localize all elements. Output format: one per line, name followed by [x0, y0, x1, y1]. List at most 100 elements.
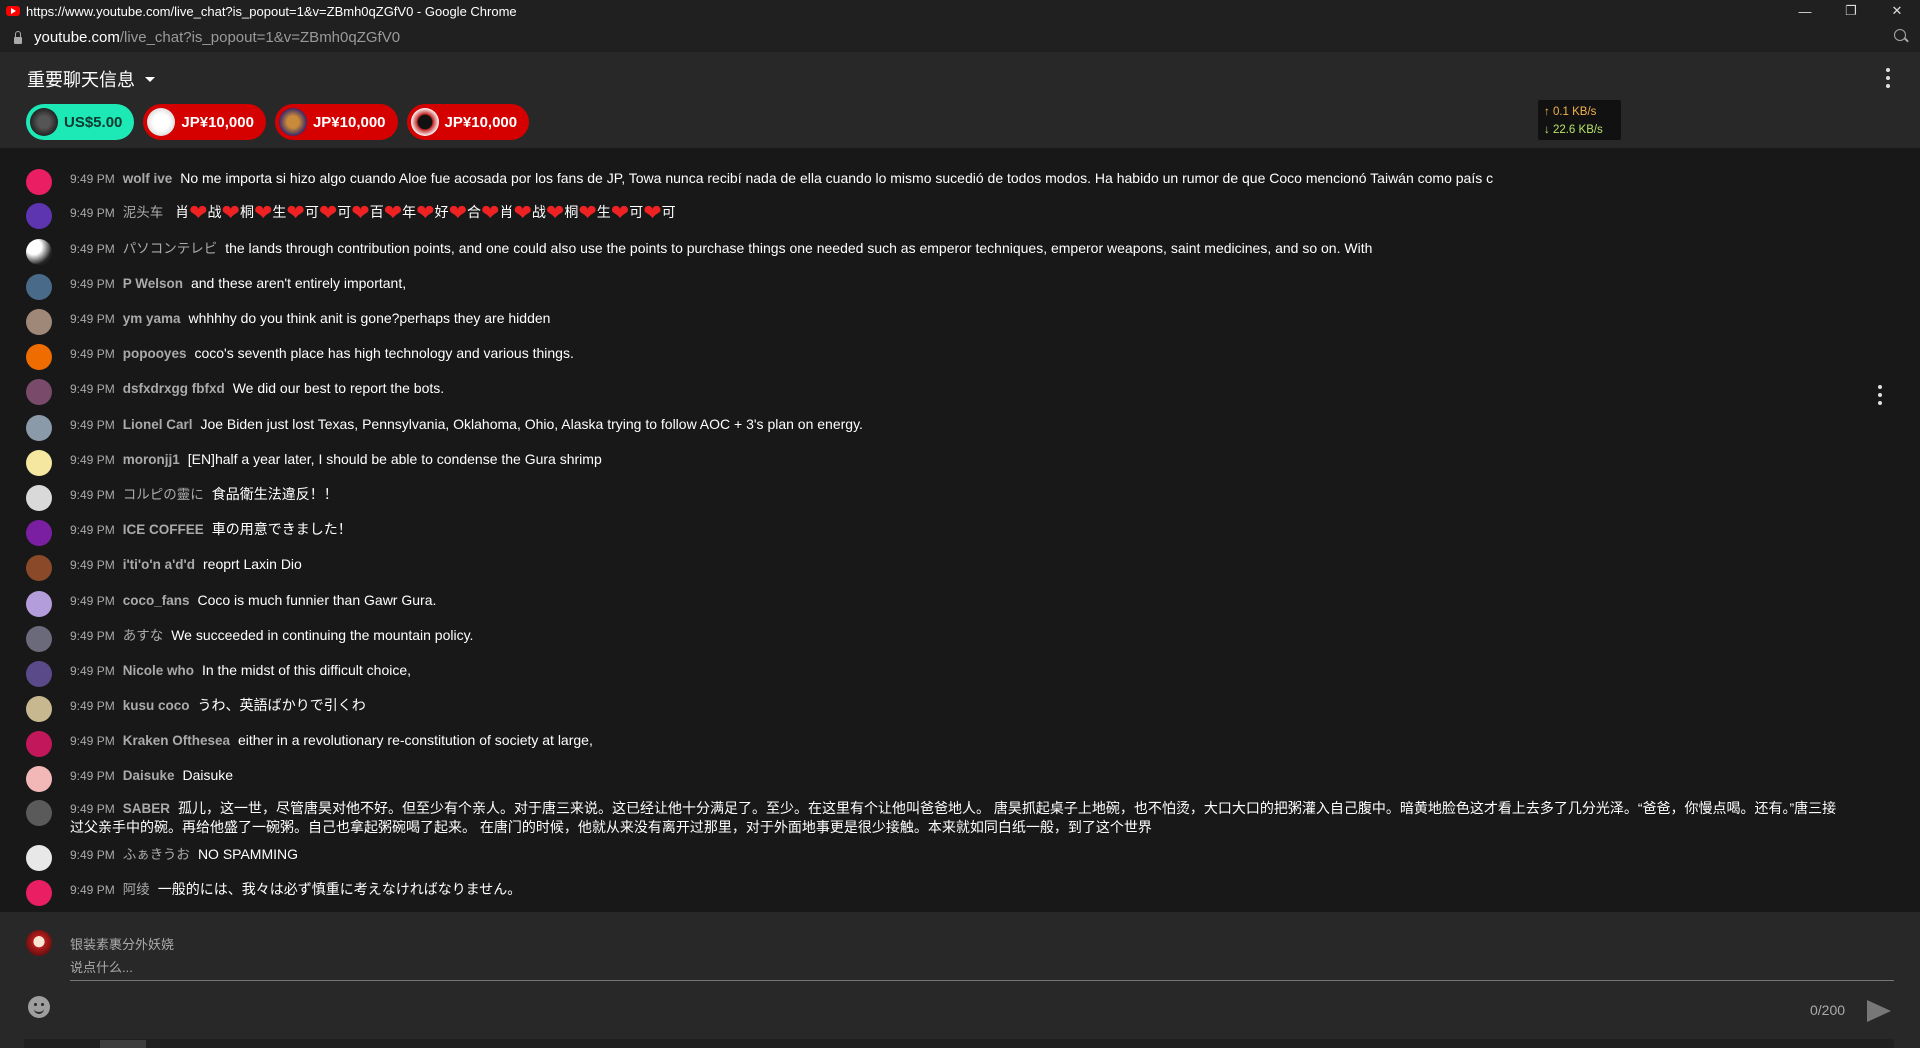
message-char: 好 [434, 204, 449, 220]
avatar[interactable] [26, 520, 52, 546]
superchat-ticker[interactable]: JP¥10,000 [143, 104, 266, 140]
avatar[interactable] [26, 800, 52, 826]
avatar[interactable] [26, 203, 52, 229]
avatar[interactable] [26, 696, 52, 722]
superchat-ticker[interactable]: JP¥10,000 [274, 104, 398, 140]
message-text: Daisuke [182, 767, 234, 783]
scrollbar-thumb[interactable] [100, 1040, 146, 1048]
zoom-icon[interactable] [1894, 29, 1906, 41]
author-name[interactable]: パソコンテレビ [123, 241, 218, 256]
avatar[interactable] [26, 555, 52, 581]
close-button[interactable]: ✕ [1874, 0, 1920, 22]
message-char: 可 [337, 204, 352, 220]
avatar [26, 930, 52, 956]
author-name[interactable]: i'ti'o'n a'd'd [123, 557, 195, 572]
superchat-ticker[interactable]: US$5.00 [26, 104, 135, 140]
author-name[interactable]: dsfxdrxgg fbfxd [123, 381, 225, 396]
avatar[interactable] [26, 731, 52, 757]
more-options-icon[interactable] [1886, 68, 1890, 88]
message-text: and these aren't entirely important, [190, 275, 407, 291]
message-char: 生 [596, 204, 611, 220]
message-char: 战 [531, 204, 546, 220]
author-name[interactable]: ふぁきうお [123, 847, 190, 862]
restore-button[interactable]: ❐ [1828, 0, 1874, 22]
network-speed-widget: ↑ 0.1 KB/s ↓ 22.6 KB/s [1538, 100, 1621, 140]
author-name[interactable]: moronjj1 [123, 452, 180, 467]
avatar[interactable] [26, 309, 52, 335]
author-name[interactable]: Daisuke [123, 768, 175, 783]
chat-mode-label: 重要聊天信息 [27, 70, 135, 90]
avatar[interactable] [26, 845, 52, 871]
avatar[interactable] [26, 485, 52, 511]
message-char: 生 [272, 204, 287, 220]
lock-icon[interactable] [14, 30, 22, 44]
avatar[interactable] [26, 344, 52, 370]
heart-emoji-icon: ❤ [318, 200, 338, 225]
message-char: 年 [402, 204, 417, 220]
emoji-icon[interactable] [28, 996, 50, 1018]
char-counter: 0/200 [1810, 1002, 1846, 1018]
superchat-ticker[interactable]: JP¥10,000 [406, 104, 530, 140]
timestamp: 9:49 PM [70, 883, 115, 897]
heart-emoji-icon: ❤ [351, 200, 370, 225]
author-name[interactable]: ym yama [123, 311, 181, 326]
avatar[interactable] [26, 591, 52, 617]
avatar[interactable] [26, 661, 52, 687]
ticker-amount: JP¥10,000 [444, 113, 518, 131]
message-text: In the midst of this difficult choice, [201, 662, 412, 678]
url-text[interactable]: youtube.com/live_chat?is_popout=1&v=ZBmh… [34, 29, 400, 46]
minimize-button[interactable]: — [1782, 0, 1828, 22]
ticker-amount: JP¥10,000 [312, 113, 386, 131]
horizontal-scrollbar[interactable] [24, 1039, 1894, 1048]
avatar[interactable] [26, 766, 52, 792]
chevron-down-icon [145, 76, 155, 82]
address-bar[interactable]: youtube.com/live_chat?is_popout=1&v=ZBmh… [0, 22, 1920, 52]
download-speed: ↓ 22.6 KB/s [1544, 124, 1603, 136]
timestamp: 9:49 PM [70, 418, 115, 432]
ticker-amount: JP¥10,000 [181, 113, 254, 131]
avatar[interactable] [26, 450, 52, 476]
message-char: 桐 [564, 204, 579, 220]
superchat-ticker-bar: US$5.00 JP¥10,000 JP¥10,000 JP¥10,000 [26, 104, 538, 140]
message-text: 孤儿，这一世，尽管唐昊对他不好。但至少有个亲人。对于唐三来说。这已经让他十分满足… [70, 800, 1837, 835]
avatar[interactable] [26, 415, 52, 441]
message-menu-icon[interactable] [1878, 385, 1882, 405]
upload-speed: ↑ 0.1 KB/s [1544, 106, 1597, 118]
author-name[interactable]: コルピの靈に [123, 487, 204, 502]
author-name[interactable]: あすな [123, 628, 164, 643]
author-name[interactable]: coco_fans [123, 593, 190, 608]
avatar[interactable] [26, 379, 52, 405]
message-char: 百 [369, 204, 384, 220]
author-name[interactable]: wolf ive [123, 171, 173, 186]
heart-emoji-icon: ❤ [578, 200, 597, 225]
author-name[interactable]: kusu coco [123, 698, 190, 713]
message-char: 可 [661, 204, 676, 220]
avatar[interactable] [26, 239, 52, 265]
avatar[interactable] [26, 169, 52, 195]
message-char: 合 [467, 204, 482, 220]
message-text: [EN]half a year later, I should be able … [187, 451, 602, 467]
window-titlebar: https://www.youtube.com/live_chat?is_pop… [0, 0, 1920, 22]
author-name[interactable]: popooyes [123, 346, 187, 361]
avatar[interactable] [26, 274, 52, 300]
chat-mode-dropdown[interactable]: 重要聊天信息 [27, 66, 155, 92]
author-name[interactable]: 阿绫 [123, 882, 150, 897]
chat-input[interactable]: 说点什么... [70, 956, 1894, 981]
author-name[interactable]: P Welson [123, 276, 183, 291]
chat-message-list[interactable]: 9:49 PM wolf ive No me importa si hizo alg… [0, 149, 1920, 912]
author-name[interactable]: 泥头车 [123, 205, 164, 220]
author-name[interactable]: SABER [123, 801, 170, 816]
author-name[interactable]: ICE COFFEE [123, 522, 204, 537]
avatar[interactable] [26, 880, 52, 906]
avatar[interactable] [26, 626, 52, 652]
author-name[interactable]: Kraken Ofthesea [123, 733, 230, 748]
message-text: whhhhy do you think anit is gone?perhaps… [188, 310, 551, 326]
message-char: 肖 [175, 204, 190, 220]
send-icon[interactable] [1867, 1000, 1891, 1022]
timestamp: 9:49 PM [70, 558, 115, 572]
avatar [410, 108, 439, 136]
author-name[interactable]: Lionel Carl [123, 417, 193, 432]
timestamp: 9:49 PM [70, 848, 115, 862]
message-text: 肖❤战❤桐❤生❤可❤可❤百❤年❤好❤合❤肖❤战❤桐❤生❤可❤可 [171, 202, 676, 224]
author-name[interactable]: Nicole who [123, 663, 194, 678]
